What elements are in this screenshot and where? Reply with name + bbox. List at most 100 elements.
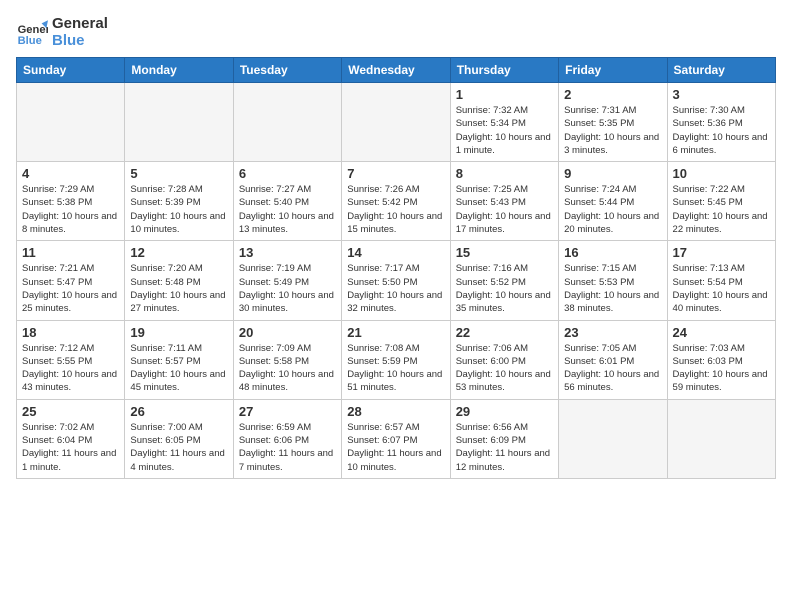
day-number: 18 [22,325,119,340]
day-number: 21 [347,325,444,340]
day-info: Sunrise: 7:12 AM Sunset: 5:55 PM Dayligh… [22,342,119,395]
day-info: Sunrise: 7:30 AM Sunset: 5:36 PM Dayligh… [673,104,770,157]
day-number: 22 [456,325,553,340]
day-cell: 24Sunrise: 7:03 AM Sunset: 6:03 PM Dayli… [667,320,775,399]
day-cell: 10 Sunrise: 7:22 AM Sunset: 5:45 PM Dayli… [667,162,775,241]
day-cell: 15 Sunrise: 7:16 AM Sunset: 5:52 PM Dayli… [450,241,558,320]
day-info: Sunrise: 7:05 AM Sunset: 6:01 PM Dayligh… [564,342,661,395]
day-number: 8 [456,166,553,181]
day-number: 16 [564,245,661,260]
week-row-4: 18 Sunrise: 7:12 AM Sunset: 5:55 PM Dayli… [17,320,776,399]
day-cell [233,83,341,162]
day-number: 1 [456,87,553,102]
day-info: Sunrise: 7:20 AM Sunset: 5:48 PM Dayligh… [130,262,227,315]
day-info: Sunrise: 7:15 AM Sunset: 5:53 PM Dayligh… [564,262,661,315]
calendar: SundayMondayTuesdayWednesdayThursdayFrid… [16,57,776,479]
weekday-header-monday: Monday [125,58,233,83]
day-number: 4 [22,166,119,181]
weekday-header-saturday: Saturday [667,58,775,83]
day-cell: 7 Sunrise: 7:26 AM Sunset: 5:42 PM Daylig… [342,162,450,241]
day-info: Sunrise: 7:21 AM Sunset: 5:47 PM Dayligh… [22,262,119,315]
day-info: Sunrise: 7:32 AM Sunset: 5:34 PM Dayligh… [456,104,553,157]
day-number: 28 [347,404,444,419]
svg-text:General: General [18,24,48,36]
day-number: 19 [130,325,227,340]
day-number: 11 [22,245,119,260]
weekday-header-thursday: Thursday [450,58,558,83]
day-number: 10 [673,166,770,181]
day-number: 29 [456,404,553,419]
day-number: 23 [564,325,661,340]
day-cell: 19 Sunrise: 7:11 AM Sunset: 5:57 PM Dayli… [125,320,233,399]
logo-blue: Blue [52,33,108,50]
weekday-header-sunday: Sunday [17,58,125,83]
day-cell: 21 Sunrise: 7:08 AM Sunset: 5:59 PM Dayli… [342,320,450,399]
day-number: 3 [673,87,770,102]
day-number: 9 [564,166,661,181]
day-info: Sunrise: 7:16 AM Sunset: 5:52 PM Dayligh… [456,262,553,315]
day-number: 2 [564,87,661,102]
weekday-header-wednesday: Wednesday [342,58,450,83]
day-cell: 28 Sunrise: 6:57 AM Sunset: 6:07 PM Dayli… [342,399,450,478]
day-cell: 6 Sunrise: 7:27 AM Sunset: 5:40 PM Daylig… [233,162,341,241]
day-cell: 9 Sunrise: 7:24 AM Sunset: 5:44 PM Daylig… [559,162,667,241]
day-info: Sunrise: 7:25 AM Sunset: 5:43 PM Dayligh… [456,183,553,236]
day-info: Sunrise: 7:24 AM Sunset: 5:44 PM Dayligh… [564,183,661,236]
day-cell: 2 Sunrise: 7:31 AM Sunset: 5:35 PM Daylig… [559,83,667,162]
day-info: Sunrise: 6:57 AM Sunset: 6:07 PM Dayligh… [347,421,444,474]
header: General Blue General Blue [16,16,776,49]
day-number: 17 [673,245,770,260]
day-number: 6 [239,166,336,181]
logo-icon: General Blue [16,17,48,49]
day-number: 15 [456,245,553,260]
day-info: Sunrise: 7:31 AM Sunset: 5:35 PM Dayligh… [564,104,661,157]
week-row-2: 4 Sunrise: 7:29 AM Sunset: 5:38 PM Daylig… [17,162,776,241]
day-info: Sunrise: 7:00 AM Sunset: 6:05 PM Dayligh… [130,421,227,474]
day-info: Sunrise: 7:26 AM Sunset: 5:42 PM Dayligh… [347,183,444,236]
week-row-3: 11 Sunrise: 7:21 AM Sunset: 5:47 PM Dayli… [17,241,776,320]
day-number: 27 [239,404,336,419]
day-info: Sunrise: 7:17 AM Sunset: 5:50 PM Dayligh… [347,262,444,315]
day-info: Sunrise: 7:08 AM Sunset: 5:59 PM Dayligh… [347,342,444,395]
day-info: Sunrise: 6:56 AM Sunset: 6:09 PM Dayligh… [456,421,553,474]
svg-text:Blue: Blue [18,35,42,47]
day-cell: 29 Sunrise: 6:56 AM Sunset: 6:09 PM Dayli… [450,399,558,478]
day-info: Sunrise: 7:28 AM Sunset: 5:39 PM Dayligh… [130,183,227,236]
day-info: Sunrise: 7:06 AM Sunset: 6:00 PM Dayligh… [456,342,553,395]
day-info: Sunrise: 7:13 AM Sunset: 5:54 PM Dayligh… [673,262,770,315]
day-number: 20 [239,325,336,340]
day-cell: 18 Sunrise: 7:12 AM Sunset: 5:55 PM Dayli… [17,320,125,399]
logo: General Blue General Blue [16,16,108,49]
day-number: 25 [22,404,119,419]
day-cell: 20Sunrise: 7:09 AM Sunset: 5:58 PM Dayli… [233,320,341,399]
day-number: 24 [673,325,770,340]
day-cell: 1 Sunrise: 7:32 AM Sunset: 5:34 PM Daylig… [450,83,558,162]
day-cell: 11 Sunrise: 7:21 AM Sunset: 5:47 PM Dayli… [17,241,125,320]
day-cell: 27Sunrise: 6:59 AM Sunset: 6:06 PM Dayli… [233,399,341,478]
day-info: Sunrise: 7:27 AM Sunset: 5:40 PM Dayligh… [239,183,336,236]
week-row-5: 25 Sunrise: 7:02 AM Sunset: 6:04 PM Dayli… [17,399,776,478]
day-cell: 22 Sunrise: 7:06 AM Sunset: 6:00 PM Dayli… [450,320,558,399]
day-number: 13 [239,245,336,260]
weekday-header-row: SundayMondayTuesdayWednesdayThursdayFrid… [17,58,776,83]
day-info: Sunrise: 7:11 AM Sunset: 5:57 PM Dayligh… [130,342,227,395]
day-cell: 16 Sunrise: 7:15 AM Sunset: 5:53 PM Dayli… [559,241,667,320]
day-number: 14 [347,245,444,260]
day-cell: 4 Sunrise: 7:29 AM Sunset: 5:38 PM Daylig… [17,162,125,241]
day-info: Sunrise: 7:22 AM Sunset: 5:45 PM Dayligh… [673,183,770,236]
day-cell: 25 Sunrise: 7:02 AM Sunset: 6:04 PM Dayli… [17,399,125,478]
day-info: Sunrise: 7:02 AM Sunset: 6:04 PM Dayligh… [22,421,119,474]
day-cell: 3 Sunrise: 7:30 AM Sunset: 5:36 PM Daylig… [667,83,775,162]
day-cell: 23 Sunrise: 7:05 AM Sunset: 6:01 PM Dayli… [559,320,667,399]
day-info: Sunrise: 7:29 AM Sunset: 5:38 PM Dayligh… [22,183,119,236]
day-number: 26 [130,404,227,419]
day-info: Sunrise: 7:19 AM Sunset: 5:49 PM Dayligh… [239,262,336,315]
day-number: 12 [130,245,227,260]
day-cell [125,83,233,162]
day-number: 7 [347,166,444,181]
day-number: 5 [130,166,227,181]
day-cell: 5 Sunrise: 7:28 AM Sunset: 5:39 PM Daylig… [125,162,233,241]
day-cell: 12 Sunrise: 7:20 AM Sunset: 5:48 PM Dayli… [125,241,233,320]
day-cell: 8 Sunrise: 7:25 AM Sunset: 5:43 PM Daylig… [450,162,558,241]
weekday-header-tuesday: Tuesday [233,58,341,83]
